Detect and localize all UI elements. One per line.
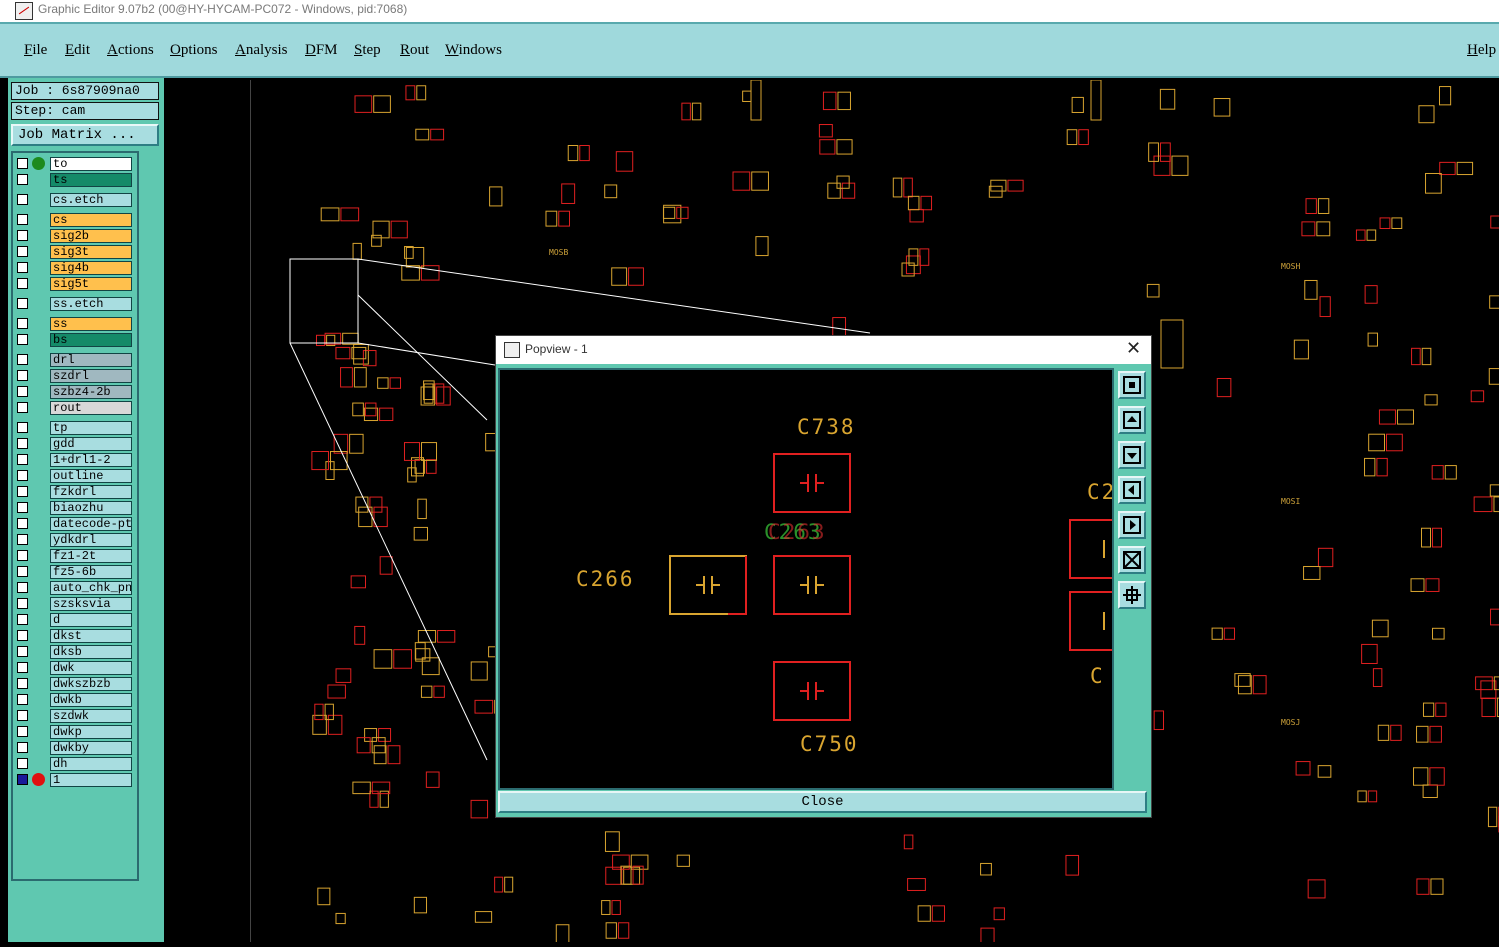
label-c-right-1: C2 <box>1087 480 1114 504</box>
popview-icon <box>504 342 520 358</box>
label-c266: C266 <box>576 567 635 591</box>
label-c-right-2: C <box>1090 664 1105 688</box>
pan-right-icon[interactable] <box>1118 511 1146 539</box>
popview-title: Popview - 1 <box>525 342 588 356</box>
popview-canvas[interactable]: C738 C263 C263 C266 C750 C2 C <box>498 368 1114 790</box>
label-c738: C738 <box>797 415 856 439</box>
pan-up-icon[interactable] <box>1118 406 1146 434</box>
popview-titlebar: Popview - 1 ✕ <box>496 336 1151 364</box>
zoom-out-icon[interactable] <box>1118 581 1146 609</box>
label-c263-red: C263 <box>768 520 827 544</box>
popview-window: Popview - 1 ✕ <box>495 335 1152 818</box>
zoom-fit-icon[interactable] <box>1118 546 1146 574</box>
close-button[interactable]: Close <box>498 791 1147 813</box>
pan-left-icon[interactable] <box>1118 476 1146 504</box>
pan-down-icon[interactable] <box>1118 441 1146 469</box>
close-icon[interactable]: ✕ <box>1126 338 1141 359</box>
popview-toolbar <box>1115 368 1149 786</box>
zoom-in-icon[interactable] <box>1118 371 1146 399</box>
label-c750: C750 <box>800 732 859 756</box>
